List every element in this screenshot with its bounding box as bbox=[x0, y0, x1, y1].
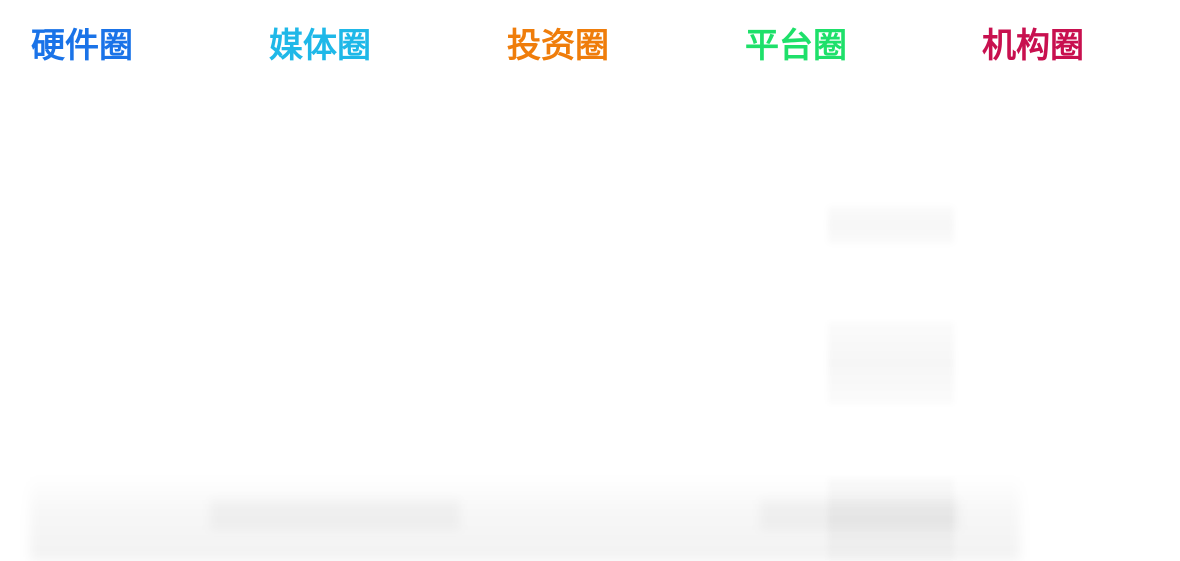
faded-content-block bbox=[210, 500, 460, 530]
tab-hardware-circle[interactable]: 硬件圈 bbox=[31, 22, 133, 70]
tab-investment-circle[interactable]: 投资圈 bbox=[507, 22, 609, 70]
faded-content-block bbox=[828, 322, 954, 404]
tab-institution-circle[interactable]: 机构圈 bbox=[982, 22, 1084, 70]
faded-content-block bbox=[828, 206, 954, 244]
tab-media-circle[interactable]: 媒体圈 bbox=[269, 22, 371, 70]
faded-content-block bbox=[828, 478, 954, 561]
category-tab-bar: 硬件圈 媒体圈 投资圈 平台圈 机构圈 bbox=[31, 22, 1161, 70]
tab-platform-circle[interactable]: 平台圈 bbox=[745, 22, 847, 70]
